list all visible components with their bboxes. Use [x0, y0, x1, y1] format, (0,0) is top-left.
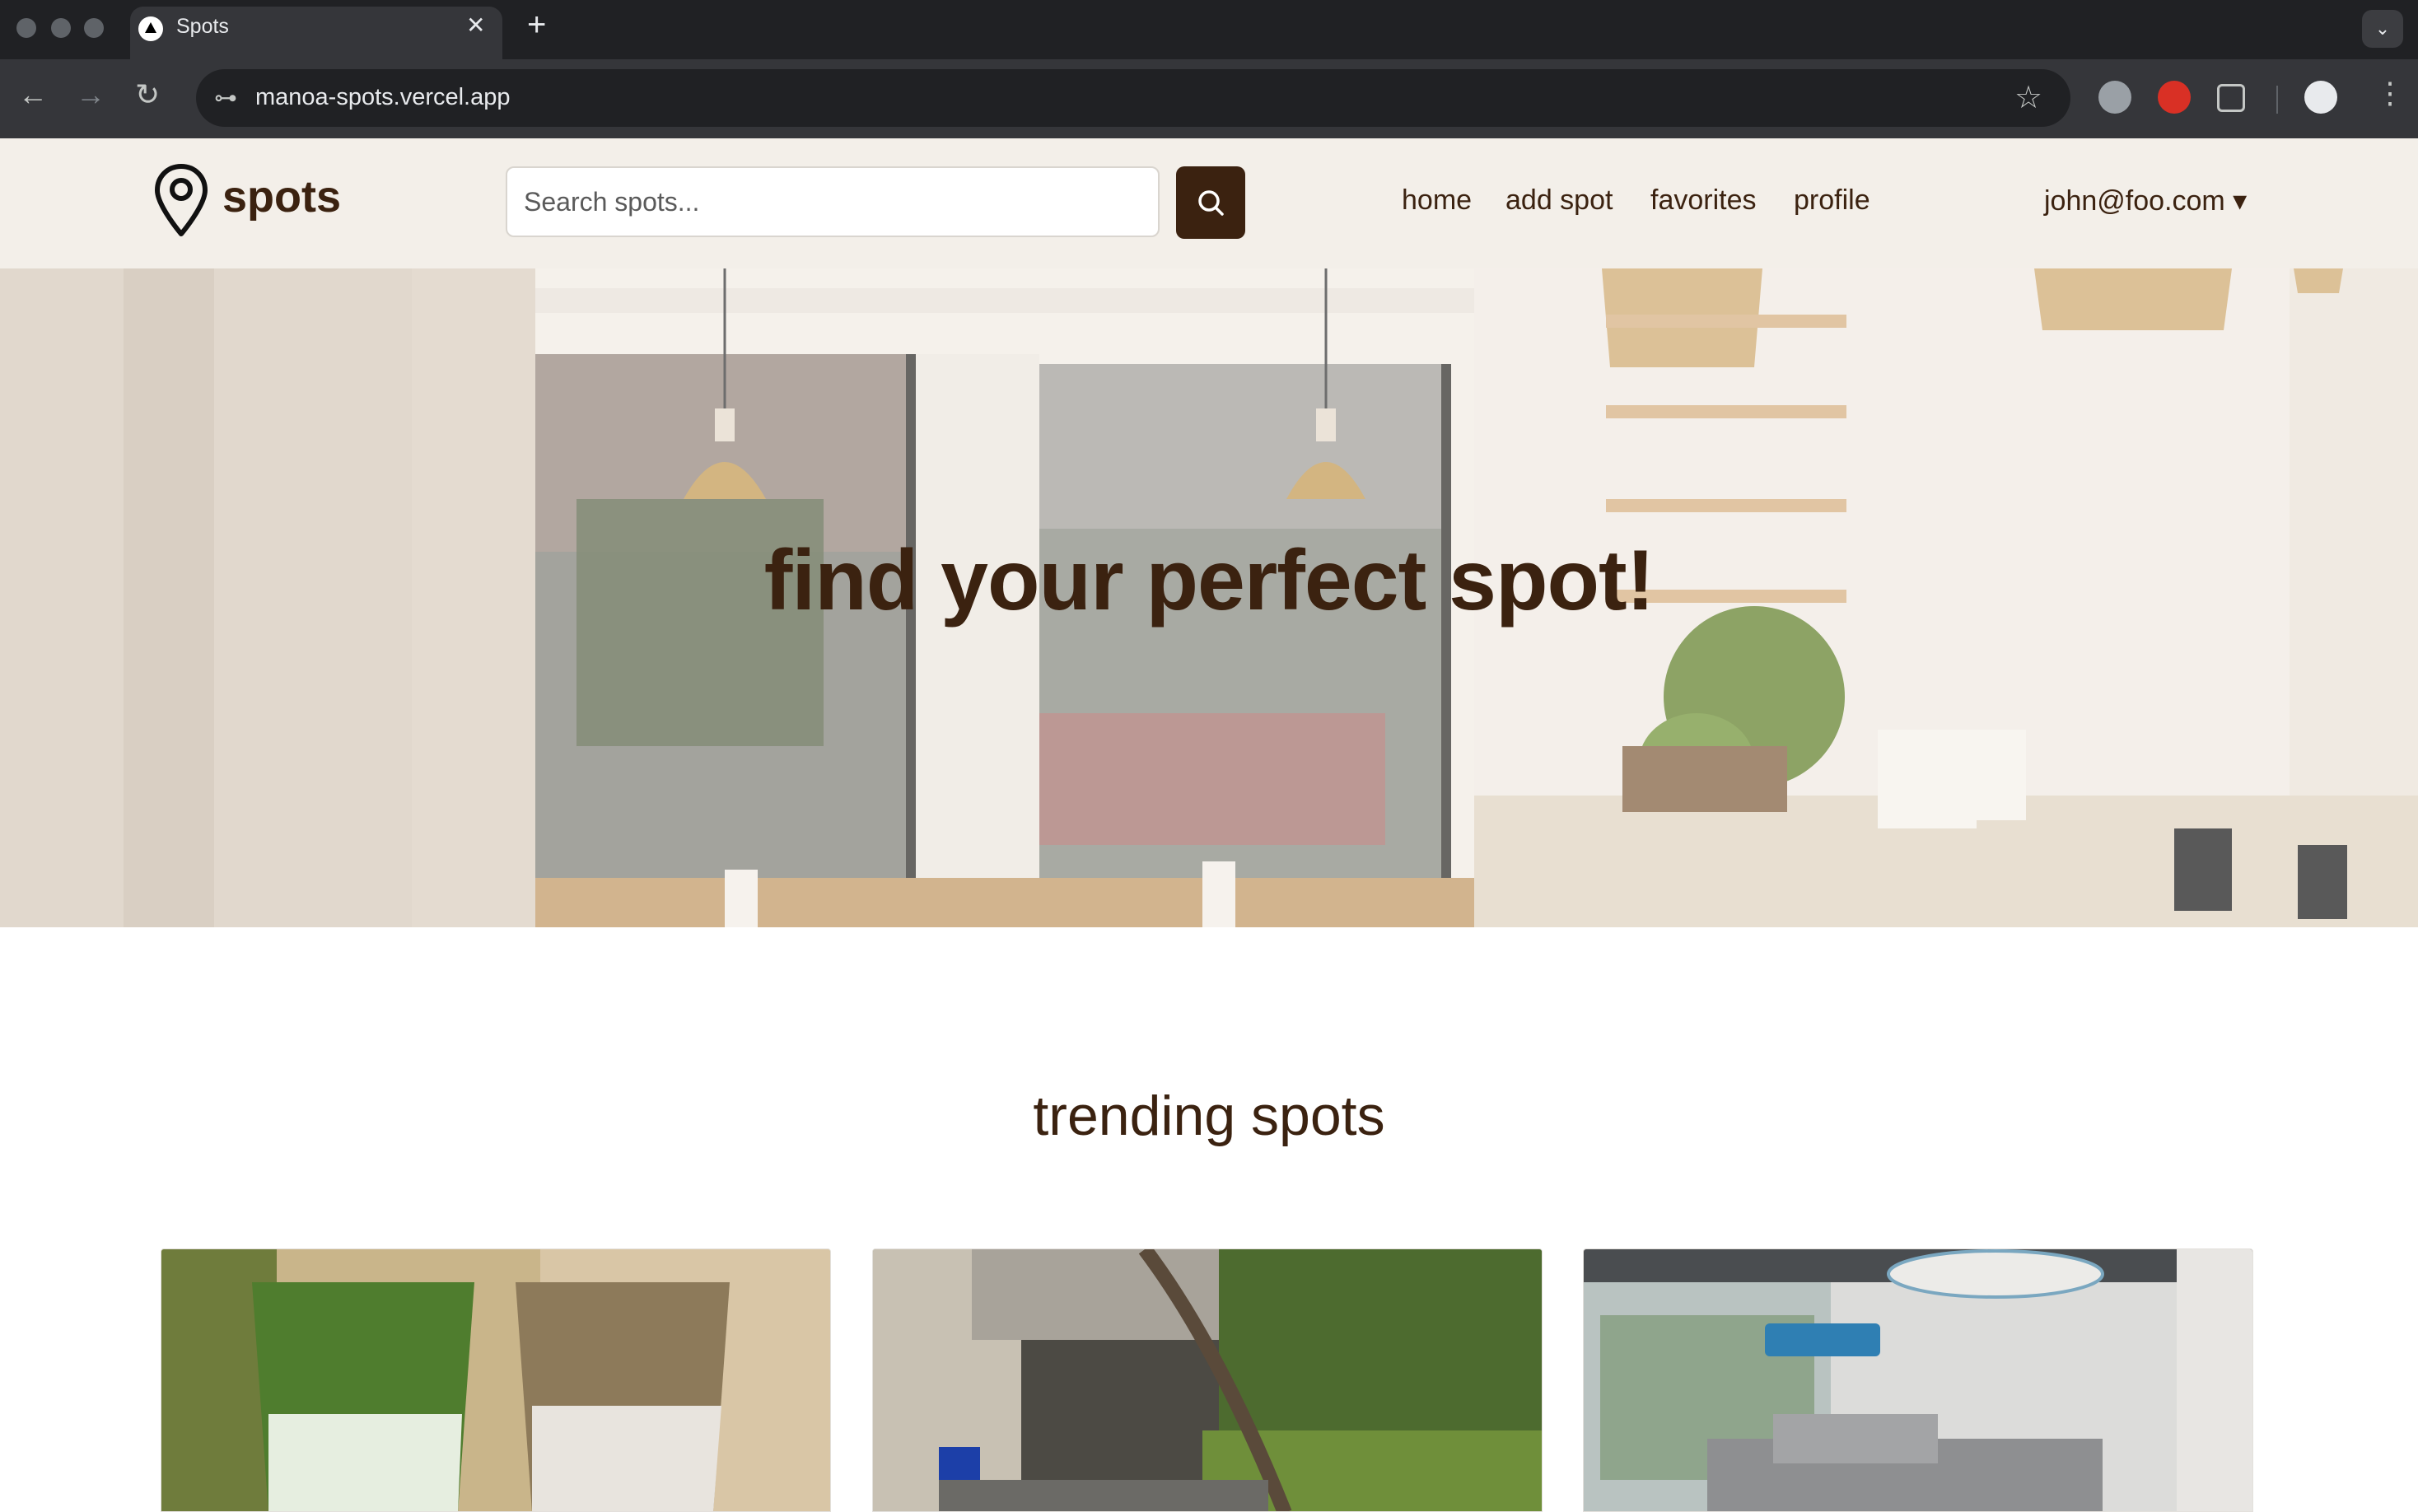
close-tab-icon[interactable]: ✕	[466, 12, 485, 39]
user-dropdown[interactable]: john@foo.com ▾	[2044, 184, 2247, 217]
back-arrow-icon[interactable]: ←	[18, 77, 48, 112]
map-pin-icon[interactable]	[153, 163, 209, 239]
profile-avatar-icon[interactable]	[2304, 81, 2337, 114]
new-tab-icon[interactable]: +	[527, 7, 546, 44]
window-close-dot[interactable]	[16, 18, 36, 38]
drinks-photo	[161, 1249, 830, 1511]
address-bar[interactable]: ⊶ manoa-spots.vercel.app ☆	[196, 69, 2070, 127]
hero-title: find your perfect spot!	[763, 533, 1655, 628]
site-navbar: spots home add spot favorites profile jo…	[0, 138, 2418, 268]
window-maximize-dot[interactable]	[84, 18, 104, 38]
trending-spot-card[interactable]	[872, 1248, 1543, 1512]
vercel-favicon-icon	[138, 16, 163, 41]
site-info-icon[interactable]: ⊶	[214, 84, 237, 111]
lounge-interior-photo	[1584, 1249, 2252, 1511]
trending-spot-card[interactable]	[161, 1248, 831, 1512]
extensions-puzzle-icon[interactable]	[2217, 84, 2245, 112]
browser-menu-icon[interactable]: ⋮	[2375, 76, 2405, 110]
nav-link-favorites[interactable]: favorites	[1650, 184, 1757, 217]
window-minimize-dot[interactable]	[51, 18, 71, 38]
browser-toolbar: ← → ↻ ⊶ manoa-spots.vercel.app ☆ ⋮	[0, 59, 2418, 138]
nav-link-profile[interactable]: profile	[1794, 184, 1870, 217]
browser-tab-bar: Spots ✕ + ⌄	[0, 0, 2418, 59]
brand-logo-text[interactable]: spots	[222, 171, 341, 222]
extension-hand-icon[interactable]	[2158, 81, 2191, 114]
reload-icon[interactable]: ↻	[135, 77, 160, 112]
tab-search-button[interactable]: ⌄	[2362, 10, 2403, 48]
tab-title: Spots	[176, 15, 229, 38]
hero-banner: find your perfect spot!	[0, 268, 2418, 927]
search-input[interactable]	[506, 166, 1160, 237]
search-icon	[1198, 190, 1224, 216]
url-text[interactable]: manoa-spots.vercel.app	[255, 84, 511, 111]
extension-face-icon[interactable]	[2098, 81, 2131, 114]
bookmark-star-icon[interactable]: ☆	[2014, 79, 2042, 116]
nav-link-home[interactable]: home	[1402, 184, 1472, 217]
forward-arrow-icon[interactable]: →	[76, 77, 105, 112]
search-button[interactable]	[1176, 166, 1245, 239]
trending-section-title: trending spots	[1033, 1085, 1385, 1147]
nav-link-add-spot[interactable]: add spot	[1505, 184, 1613, 217]
campus-building-photo	[873, 1249, 1542, 1511]
trending-spot-card[interactable]	[1583, 1248, 2253, 1512]
toolbar-divider	[2276, 86, 2278, 114]
